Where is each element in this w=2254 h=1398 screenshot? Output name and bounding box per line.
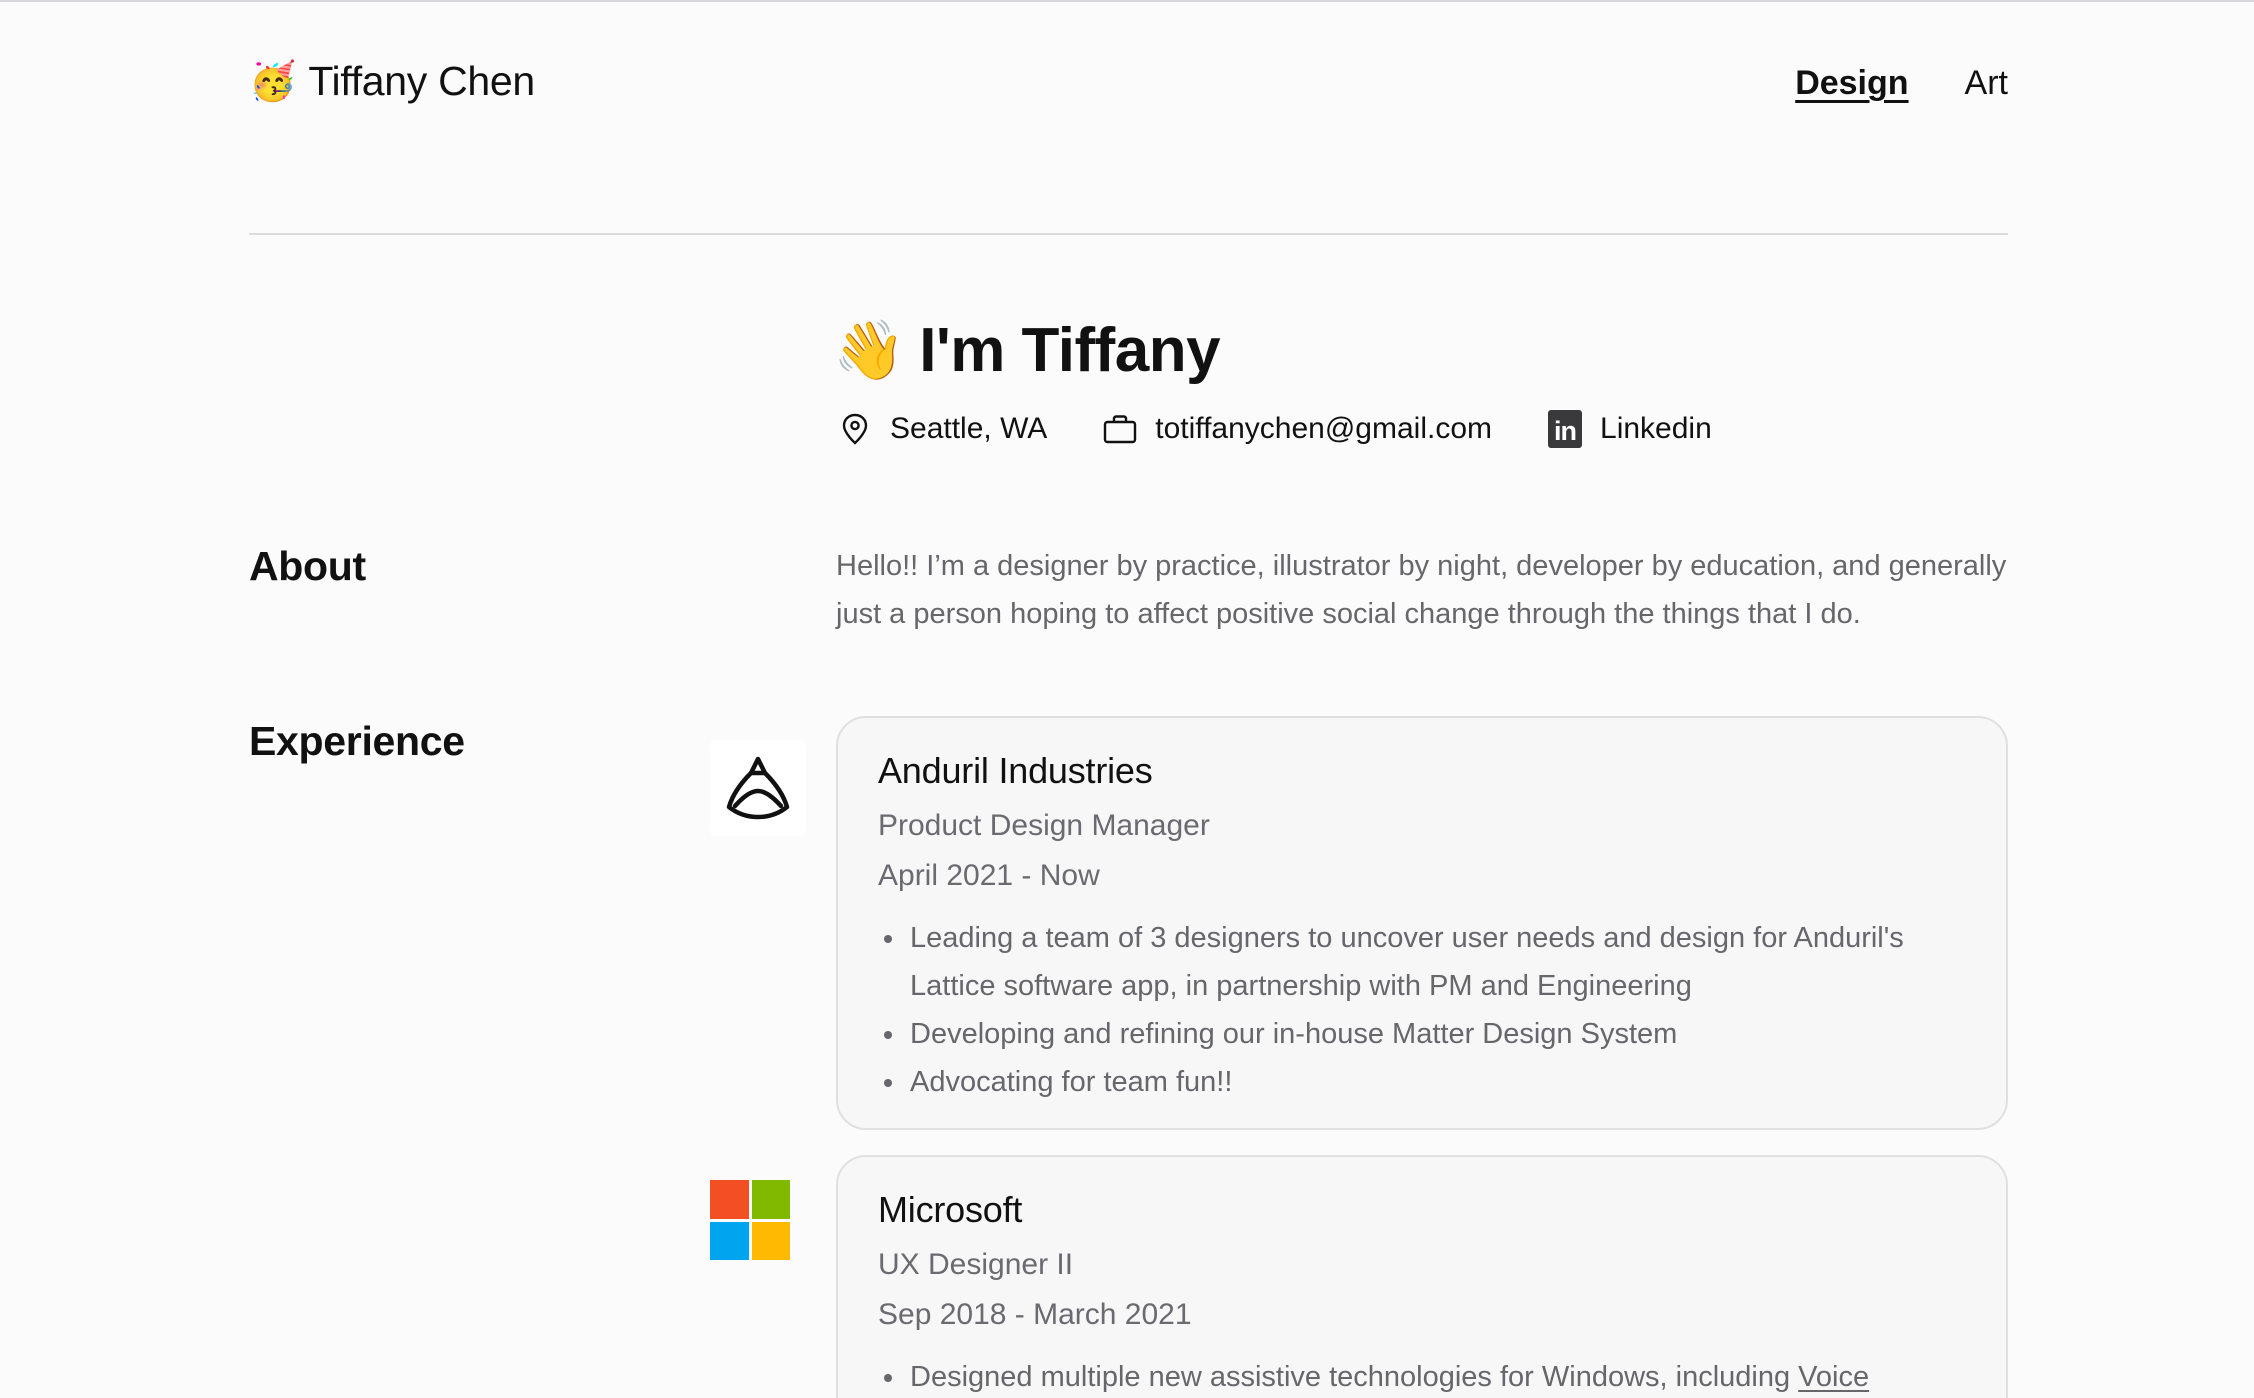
email-text: totiffanychen@gmail.com	[1155, 412, 1493, 445]
list-item: Leading a team of 3 designers to uncover…	[878, 914, 1966, 1010]
job-role: UX Designer II	[878, 1248, 1074, 1281]
microsoft-logo-icon	[710, 1180, 790, 1260]
list-item: Advocating for team fun!!	[878, 1058, 1966, 1106]
company-name: Microsoft	[878, 1189, 1023, 1230]
page-title: I'm Tiffany	[919, 316, 1221, 385]
about-paragraph: Hello!! I’m a designer by practice, illu…	[836, 550, 2007, 630]
contact-location: Seattle, WA	[838, 412, 1047, 446]
location-text: Seattle, WA	[890, 412, 1048, 445]
ms-yellow-square	[751, 1221, 790, 1260]
briefcase-icon	[1103, 412, 1137, 446]
main-nav: Design Art	[1795, 64, 2008, 103]
ms-red-square	[710, 1180, 749, 1219]
ms-blue-square	[710, 1221, 749, 1260]
bullet-text: Designed multiple new assistive technolo…	[910, 1361, 1799, 1393]
experience-heading: Experience	[249, 718, 465, 764]
contact-email-link[interactable]: totiffanychen@gmail.com	[1103, 412, 1492, 446]
contact-info: Seattle, WA totiffanychen@gmail.com in L…	[838, 410, 1768, 448]
brand-home-link[interactable]: 🥳 Tiffany Chen	[249, 58, 535, 105]
voice-access-link[interactable]: Voice	[1798, 1361, 1869, 1393]
job-bullets: Leading a team of 3 designers to uncover…	[878, 914, 1966, 1106]
list-item: Developing and refining our in-house Mat…	[878, 1010, 1966, 1058]
nav-link-art[interactable]: Art	[1965, 64, 2008, 103]
site-header: 🥳 Tiffany Chen Design Art	[249, 58, 2008, 118]
brand-name: Tiffany Chen	[308, 58, 535, 104]
experience-card-microsoft: Microsoft UX Designer II Sep 2018 - Marc…	[836, 1155, 2008, 1398]
hero-heading: 👋 I'm Tiffany	[833, 315, 1221, 386]
contact-linkedin-link[interactable]: in Linkedin	[1548, 410, 1712, 448]
waving-hand-icon: 👋	[833, 317, 906, 383]
company-name: Anduril Industries	[878, 750, 1153, 791]
job-dates: Sep 2018 - March 2021	[878, 1298, 1192, 1331]
anduril-logo-icon	[710, 740, 806, 836]
about-heading: About	[249, 543, 366, 589]
job-role: Product Design Manager	[878, 809, 1210, 842]
linkedin-text: Linkedin	[1600, 412, 1712, 445]
nav-link-design[interactable]: Design	[1795, 64, 1908, 103]
experience-card-anduril: Anduril Industries Product Design Manage…	[836, 716, 2008, 1130]
party-face-icon: 🥳	[249, 60, 297, 103]
job-bullets: Designed multiple new assistive technolo…	[878, 1353, 1966, 1398]
job-dates: April 2021 - Now	[878, 859, 1100, 892]
location-pin-icon	[838, 412, 872, 446]
top-border	[0, 0, 2254, 2]
linkedin-icon: in	[1548, 410, 1583, 448]
list-item: Designed multiple new assistive technolo…	[878, 1353, 1966, 1398]
ms-green-square	[751, 1180, 790, 1219]
header-divider	[249, 233, 2008, 235]
